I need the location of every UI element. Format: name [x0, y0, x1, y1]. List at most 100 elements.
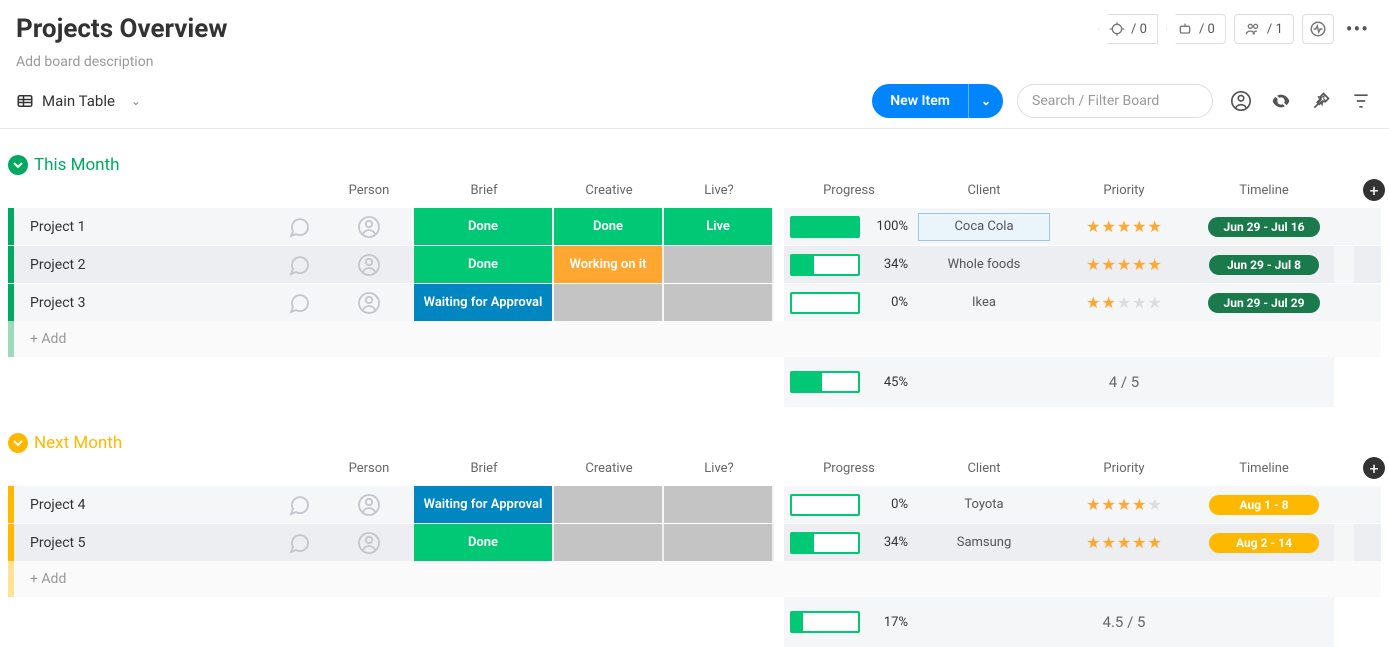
- status-cell[interactable]: Done: [414, 208, 552, 245]
- client-cell[interactable]: Ikea: [914, 295, 1054, 310]
- activity-chip[interactable]: [1302, 14, 1334, 44]
- table-row[interactable]: Project 5 Done 34% Samsung ★★★★★ Aug 2 -…: [8, 523, 1381, 561]
- progress-cell[interactable]: 34%: [784, 532, 914, 554]
- star-icon: ★: [1086, 293, 1100, 312]
- star-icon: ★: [1101, 293, 1115, 312]
- add-column-button[interactable]: +: [1363, 457, 1385, 479]
- col-header-progress[interactable]: Progress: [784, 461, 914, 476]
- priority-cell[interactable]: ★★★★★: [1054, 533, 1194, 552]
- col-header-client[interactable]: Client: [914, 183, 1054, 198]
- pin-button[interactable]: [1309, 89, 1333, 113]
- chat-button[interactable]: [274, 215, 324, 239]
- client-cell[interactable]: Whole foods: [914, 257, 1054, 272]
- col-header-creative[interactable]: Creative: [554, 183, 664, 198]
- view-label: Main Table: [42, 92, 115, 110]
- group-title[interactable]: Next Month: [34, 433, 122, 453]
- timeline-cell[interactable]: Jun 29 - Jul 29: [1194, 293, 1334, 313]
- chat-button[interactable]: [274, 291, 324, 315]
- status-cell[interactable]: [554, 486, 662, 523]
- group-collapse-toggle[interactable]: [8, 155, 28, 175]
- add-item-row[interactable]: + Add: [8, 561, 1381, 597]
- person-filter[interactable]: [1229, 89, 1253, 113]
- item-name[interactable]: Project 5: [14, 535, 274, 551]
- bug-icon: [1109, 21, 1125, 37]
- status-cell[interactable]: [554, 524, 662, 561]
- person-cell[interactable]: [324, 215, 414, 239]
- status-cell[interactable]: [664, 246, 772, 283]
- item-name[interactable]: Project 2: [14, 257, 274, 273]
- table-row[interactable]: Project 4 Waiting for Approval 0% Toyota…: [8, 485, 1381, 523]
- timeline-cell[interactable]: Aug 1 - 8: [1194, 495, 1334, 515]
- client-cell[interactable]: Toyota: [914, 497, 1054, 512]
- add-column-button[interactable]: +: [1363, 179, 1385, 201]
- priority-cell[interactable]: ★★★★★: [1054, 495, 1194, 514]
- bugs-chip[interactable]: / 0: [1098, 14, 1158, 44]
- group-collapse-toggle[interactable]: [8, 433, 28, 453]
- item-name[interactable]: Project 3: [14, 295, 274, 311]
- status-cell[interactable]: Waiting for Approval: [414, 486, 552, 523]
- add-item-row[interactable]: + Add: [8, 321, 1381, 357]
- timeline-cell[interactable]: Jun 29 - Jul 16: [1194, 217, 1334, 237]
- col-header-priority[interactable]: Priority: [1054, 461, 1194, 476]
- col-header-person[interactable]: Person: [324, 461, 414, 476]
- col-header-timeline[interactable]: Timeline: [1194, 461, 1334, 476]
- col-header-creative[interactable]: Creative: [554, 461, 664, 476]
- status-cell[interactable]: Done: [554, 208, 662, 245]
- progress-cell[interactable]: 100%: [784, 216, 914, 238]
- group-title[interactable]: This Month: [34, 155, 119, 175]
- view-selector[interactable]: Main Table ⌄: [16, 92, 141, 110]
- progress-cell[interactable]: 34%: [784, 254, 914, 276]
- status-cell[interactable]: Done: [414, 524, 552, 561]
- chat-button[interactable]: [274, 531, 324, 555]
- status-cell[interactable]: [664, 524, 772, 561]
- progress-cell[interactable]: 0%: [784, 292, 914, 314]
- person-cell[interactable]: [324, 493, 414, 517]
- timeline-cell[interactable]: Aug 2 - 14: [1194, 533, 1334, 553]
- chat-button[interactable]: [274, 253, 324, 277]
- table-row[interactable]: Project 2 Done Working on it 34% Whole f…: [8, 245, 1381, 283]
- filter-button[interactable]: [1349, 89, 1373, 113]
- col-header-live[interactable]: Live?: [664, 461, 774, 476]
- client-cell[interactable]: Samsung: [914, 535, 1054, 550]
- star-icon: ★: [1101, 495, 1115, 514]
- col-header-timeline[interactable]: Timeline: [1194, 183, 1334, 198]
- chat-button[interactable]: [274, 493, 324, 517]
- person-cell[interactable]: [324, 291, 414, 315]
- status-cell[interactable]: [664, 486, 772, 523]
- new-item-dropdown[interactable]: ⌄: [968, 84, 1003, 118]
- item-name[interactable]: Project 4: [14, 497, 274, 513]
- chevron-down-icon: ⌄: [981, 94, 991, 108]
- star-icon: ★: [1148, 495, 1162, 514]
- members-chip[interactable]: / 1: [1234, 14, 1294, 44]
- col-header-brief[interactable]: Brief: [414, 183, 554, 198]
- table-row[interactable]: Project 3 Waiting for Approval 0% Ikea ★…: [8, 283, 1381, 321]
- more-menu[interactable]: •••: [1342, 17, 1373, 41]
- person-cell[interactable]: [324, 253, 414, 277]
- person-cell[interactable]: [324, 531, 414, 555]
- board-description-placeholder[interactable]: Add board description: [16, 54, 1098, 70]
- priority-cell[interactable]: ★★★★★: [1054, 255, 1194, 274]
- timeline-cell[interactable]: Jun 29 - Jul 8: [1194, 255, 1334, 275]
- priority-cell[interactable]: ★★★★★: [1054, 293, 1194, 312]
- col-header-priority[interactable]: Priority: [1054, 183, 1194, 198]
- progress-cell[interactable]: 0%: [784, 494, 914, 516]
- col-header-progress[interactable]: Progress: [784, 183, 914, 198]
- table-row[interactable]: Project 1 Done Done Live 100% Coca Cola …: [8, 207, 1381, 245]
- status-cell[interactable]: [664, 284, 772, 321]
- col-header-client[interactable]: Client: [914, 461, 1054, 476]
- client-cell[interactable]: Coca Cola: [918, 213, 1050, 241]
- status-cell[interactable]: [554, 284, 662, 321]
- new-item-button[interactable]: New Item ⌄: [872, 84, 1003, 118]
- col-header-person[interactable]: Person: [324, 183, 414, 198]
- status-cell[interactable]: Done: [414, 246, 552, 283]
- status-cell[interactable]: Working on it: [554, 246, 662, 283]
- item-name[interactable]: Project 1: [14, 219, 274, 235]
- status-cell[interactable]: Live: [664, 208, 772, 245]
- builds-chip[interactable]: / 0: [1166, 14, 1226, 44]
- col-header-live[interactable]: Live?: [664, 183, 774, 198]
- status-cell[interactable]: Waiting for Approval: [414, 284, 552, 321]
- hide-columns[interactable]: [1269, 89, 1293, 113]
- search-input[interactable]: Search / Filter Board: [1017, 84, 1213, 118]
- col-header-brief[interactable]: Brief: [414, 461, 554, 476]
- priority-cell[interactable]: ★★★★★: [1054, 217, 1194, 236]
